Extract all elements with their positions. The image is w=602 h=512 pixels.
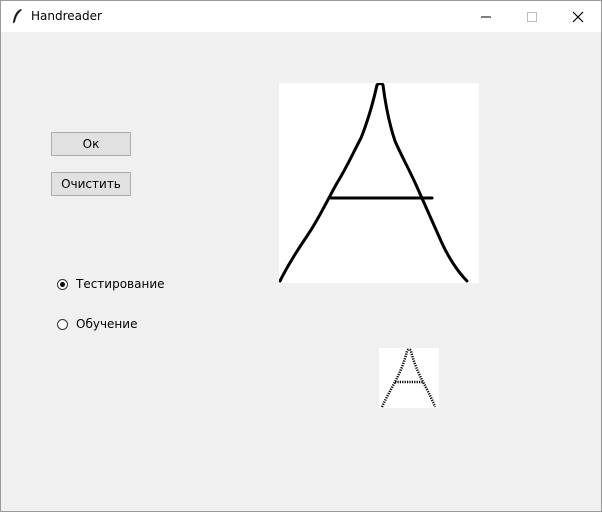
drawn-letter-a bbox=[278, 82, 469, 283]
radio-training-label: Обучение bbox=[76, 317, 138, 331]
ok-button[interactable]: Ок bbox=[51, 132, 131, 156]
clear-button[interactable]: Очистить bbox=[51, 172, 131, 196]
close-button[interactable] bbox=[555, 1, 601, 32]
radio-training[interactable]: Обучение bbox=[57, 316, 137, 332]
preview-canvas bbox=[379, 348, 439, 408]
feather-icon bbox=[10, 8, 24, 24]
maximize-button[interactable] bbox=[509, 1, 555, 32]
maximize-icon bbox=[527, 12, 537, 22]
preview-letter-a bbox=[380, 348, 437, 408]
radio-indicator-checked[interactable] bbox=[57, 278, 68, 290]
title-bar[interactable]: Handreader bbox=[1, 1, 601, 32]
drawing-canvas[interactable] bbox=[278, 82, 479, 283]
app-window: Handreader Ок Очистить Тестирование Обуч… bbox=[0, 0, 602, 512]
radio-testing[interactable]: Тестирование bbox=[57, 276, 165, 292]
radio-indicator[interactable] bbox=[57, 318, 68, 330]
radio-testing-label: Тестирование bbox=[76, 277, 165, 291]
window-title: Handreader bbox=[31, 9, 102, 23]
close-icon bbox=[572, 11, 584, 23]
minimize-button[interactable] bbox=[463, 1, 509, 32]
minimize-icon bbox=[481, 16, 491, 18]
